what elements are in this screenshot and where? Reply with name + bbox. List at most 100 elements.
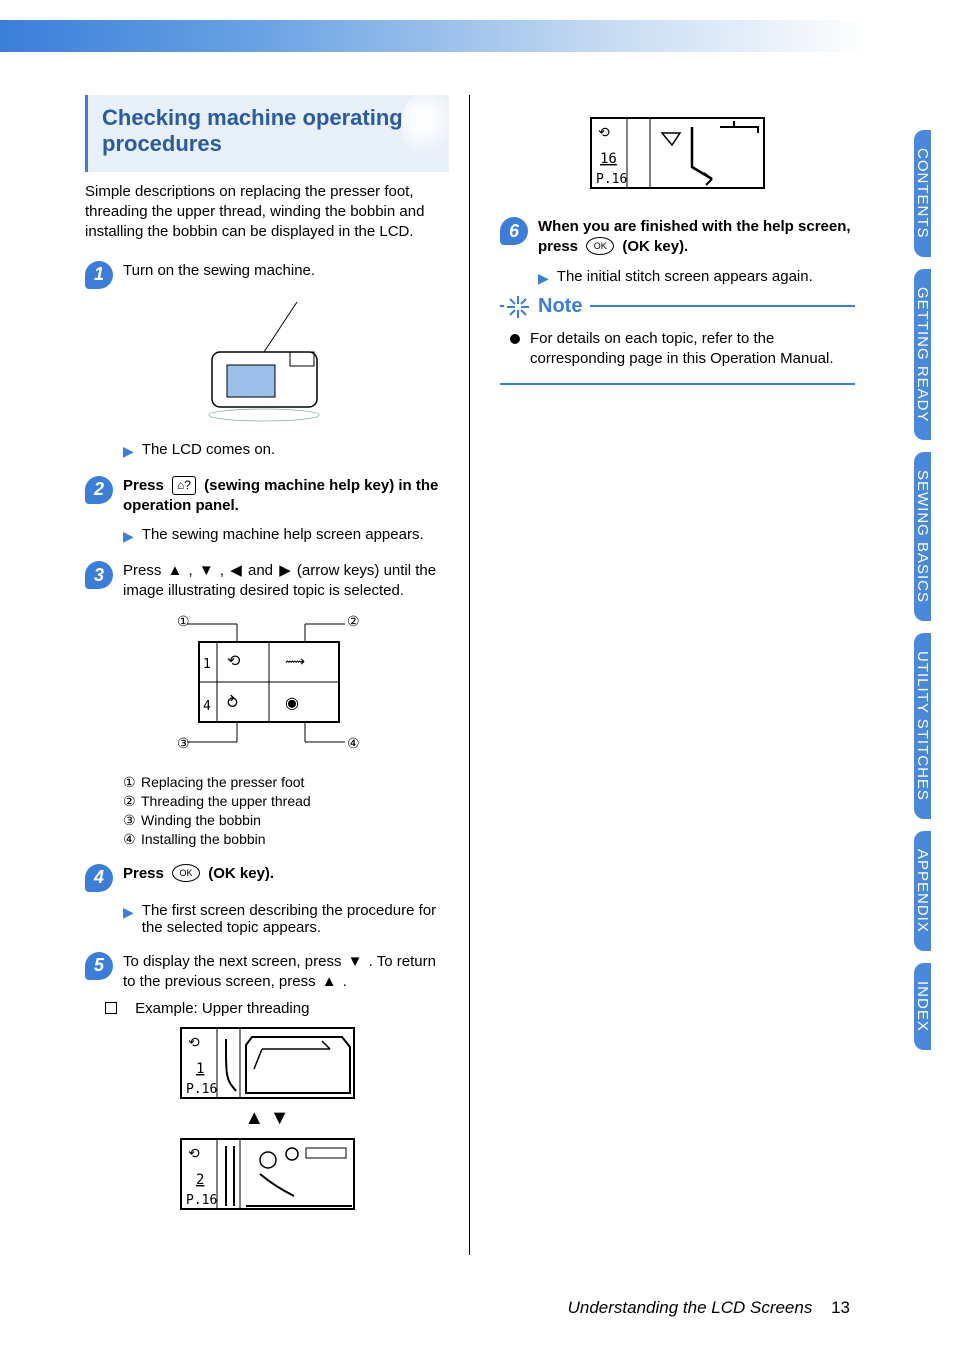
step-5-body: To display the next screen, press ▼ . To… [123, 952, 449, 993]
step-6: 6 When you are finished with the help sc… [500, 217, 855, 258]
step-4-result: ▶ The first screen describing the proced… [123, 902, 449, 936]
svg-text:③: ③ [177, 735, 190, 751]
tab-contents[interactable]: CONTENTS [914, 130, 931, 257]
bullet-icon [510, 334, 520, 344]
step-3-b: , [189, 562, 197, 579]
ok-key-icon: OK [172, 864, 200, 882]
step-number-4: 4 [85, 864, 113, 892]
up-down-arrows: ▲ ▼ [85, 1107, 449, 1130]
right-column: ⟲ 16 P.16 6 When you are finished with t… [470, 95, 865, 1255]
svg-text:4: 4 [203, 699, 211, 714]
svg-text:⟲: ⟲ [188, 1034, 200, 1050]
step-number-6: 6 [500, 217, 528, 245]
arrow-down-icon: ▼ [348, 952, 363, 972]
ok-key-icon: OK [586, 237, 614, 255]
step-3: 3 Press ▲ , ▼ , ◀ and ▶ (arrow keys) unt… [85, 561, 449, 602]
example-text: Example: Upper threading [135, 1000, 309, 1017]
step-number-1: 1 [85, 261, 113, 289]
tab-appendix[interactable]: APPENDIX [914, 831, 931, 951]
tab-sewing-basics[interactable]: SEWING BASICS [914, 452, 931, 621]
step-1-text: Turn on the sewing machine. [123, 261, 449, 281]
step-3-body: Press ▲ , ▼ , ◀ and ▶ (arrow keys) until… [123, 561, 449, 602]
step-2-text-b: (sewing machine help key) in the operati… [123, 477, 438, 514]
side-tabs: CONTENTS GETTING READY SEWING BASICS UTI… [914, 130, 954, 1062]
step-6-result: ▶ The initial stitch screen appears agai… [538, 268, 855, 287]
result-arrow-icon: ▶ [538, 270, 549, 287]
arrow-up-icon: ▲ [322, 972, 337, 992]
svg-text:P.16: P.16 [186, 1193, 217, 1208]
result-arrow-icon: ▶ [123, 443, 134, 460]
example-lcd-3: ⟲ 16 P.16 [590, 117, 765, 189]
note-title-row: Note [504, 293, 851, 321]
svg-text:⟲: ⟲ [227, 653, 241, 670]
example-lcd-2: ⟲ 2 P.16 [180, 1138, 355, 1210]
step-6-body: When you are finished with the help scre… [538, 217, 855, 258]
page-header-bar [0, 0, 870, 58]
footer: Understanding the LCD Screens 13 [0, 1298, 870, 1318]
step-5-c: . [343, 973, 347, 990]
step-2-body: Press ⌂? (sewing machine help key) in th… [123, 476, 449, 517]
help-key-icon: ⌂? [172, 476, 196, 494]
intro-paragraph: Simple descriptions on replacing the pre… [85, 182, 449, 243]
note-text: For details on each topic, refer to the … [530, 329, 851, 370]
step-1-result: ▶ The LCD comes on. [123, 441, 449, 460]
legend-4: ④Installing the bobbin [123, 831, 449, 848]
svg-text:④: ④ [347, 735, 360, 751]
step-3-c: , [220, 562, 228, 579]
page-number: 13 [831, 1298, 850, 1317]
svg-text:⟲: ⟲ [188, 1145, 200, 1161]
step-4-a: Press [123, 865, 168, 882]
step-2-text-a: Press [123, 477, 168, 494]
example-label: Example: Upper threading [105, 1000, 449, 1017]
sparkle-icon [504, 293, 532, 321]
svg-text:1: 1 [203, 657, 211, 672]
step-1-result-text: The LCD comes on. [142, 441, 275, 458]
step-4: 4 Press OK (OK key). [85, 864, 449, 892]
svg-text:P.16: P.16 [186, 1082, 217, 1097]
section-title: Checking machine operating procedures [102, 105, 431, 158]
step-number-2: 2 [85, 476, 113, 504]
footer-section: Understanding the LCD Screens [568, 1298, 813, 1317]
result-arrow-icon: ▶ [123, 528, 134, 545]
step-1: 1 Turn on the sewing machine. [85, 261, 449, 289]
step-4-b: (OK key). [208, 865, 274, 882]
svg-text:2: 2 [196, 1172, 204, 1188]
sewing-machine-illustration [182, 297, 352, 427]
step-5: 5 To display the next screen, press ▼ . … [85, 952, 449, 993]
step-2-result: ▶ The sewing machine help screen appears… [123, 526, 449, 545]
step-2: 2 Press ⌂? (sewing machine help key) in … [85, 476, 449, 517]
tab-utility-stitches[interactable]: UTILITY STITCHES [914, 633, 931, 819]
help-menu-lcd: ① ② 1 4 ⟲ ⟿ ⥁ ◉ ③ ④ [137, 610, 397, 760]
step-number-5: 5 [85, 952, 113, 980]
tab-index[interactable]: INDEX [914, 963, 931, 1050]
svg-text:16: 16 [600, 151, 617, 167]
legend-2: ②Threading the upper thread [123, 793, 449, 810]
tab-getting-ready[interactable]: GETTING READY [914, 269, 931, 441]
step-number-3: 3 [85, 561, 113, 589]
square-bullet-icon [105, 1002, 117, 1014]
legend-1: ①Replacing the presser foot [123, 774, 449, 791]
svg-text:②: ② [347, 613, 360, 629]
svg-text:⟿: ⟿ [285, 653, 305, 669]
note-label: Note [532, 295, 590, 318]
result-arrow-icon: ▶ [123, 904, 134, 921]
svg-text:◉: ◉ [285, 695, 299, 712]
step-2-result-text: The sewing machine help screen appears. [142, 526, 424, 543]
example-lcd-1: ⟲ 1 P.16 [180, 1027, 355, 1099]
svg-text:1: 1 [196, 1061, 204, 1077]
note-body: For details on each topic, refer to the … [504, 329, 851, 370]
step-3-a: Press [123, 562, 166, 579]
step-3-d: and [248, 562, 277, 579]
step-6-a: When you are finished with the help scre… [538, 218, 851, 255]
content-area: Checking machine operating procedures Si… [75, 95, 865, 1255]
step-4-body: Press OK (OK key). [123, 864, 449, 884]
svg-text:P.16: P.16 [596, 172, 627, 187]
section-heading: Checking machine operating procedures [85, 95, 449, 172]
step-6-result-text: The initial stitch screen appears again. [557, 268, 813, 285]
svg-text:⟲: ⟲ [598, 124, 610, 140]
svg-text:①: ① [177, 613, 190, 629]
arrow-up-icon: ▲ [168, 561, 183, 581]
svg-text:⥁: ⥁ [227, 694, 238, 712]
arrow-right-icon: ▶ [279, 561, 291, 581]
arrow-down-icon: ▼ [199, 561, 214, 581]
